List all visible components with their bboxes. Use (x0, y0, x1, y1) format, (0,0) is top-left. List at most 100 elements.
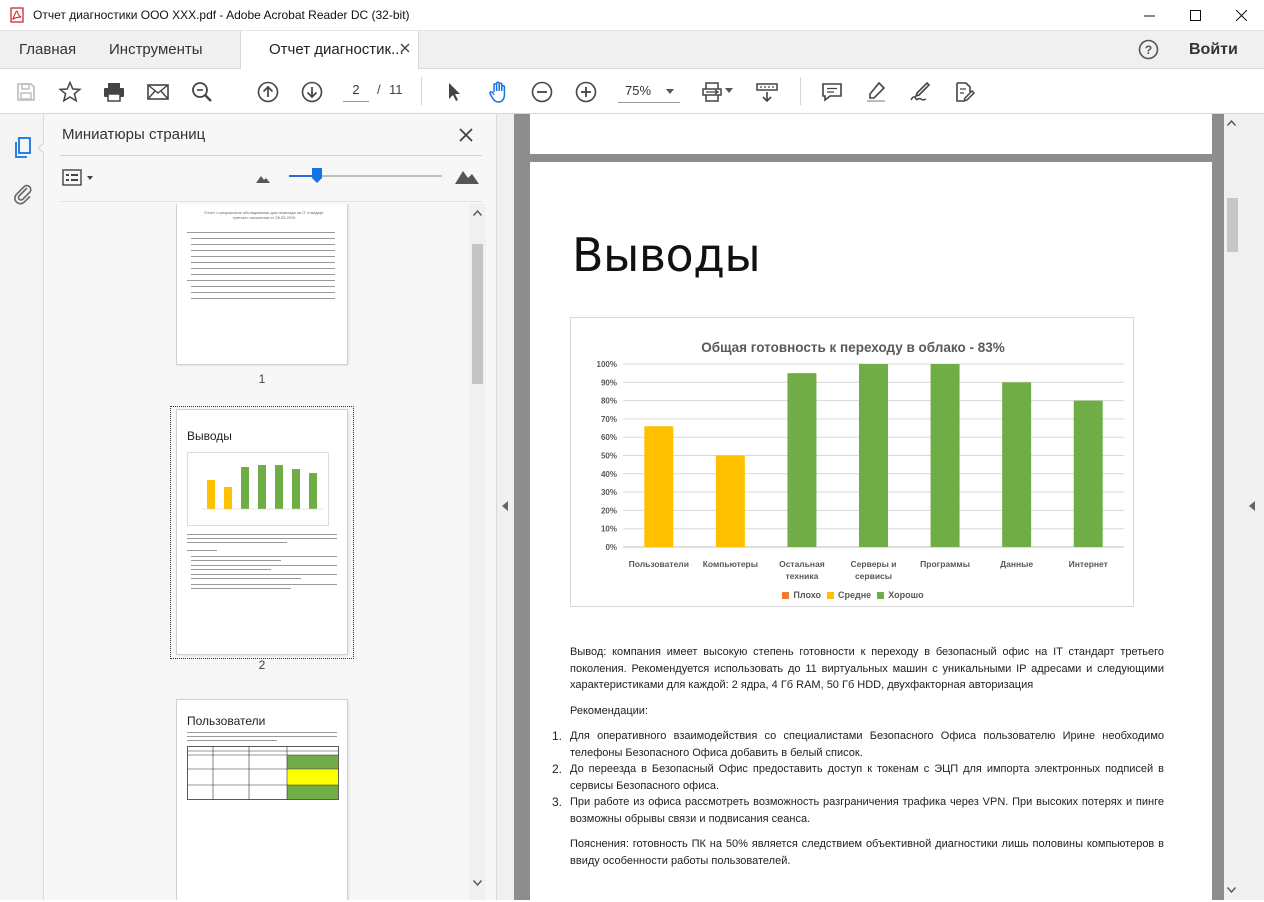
bookmark-button[interactable] (57, 79, 83, 105)
list-number: 2. (552, 762, 563, 776)
close-window-button[interactable] (1218, 0, 1264, 31)
page-heading: Выводы (572, 228, 761, 282)
minimize-button[interactable] (1126, 0, 1172, 31)
zoom-out-thumbnails-icon[interactable] (256, 175, 270, 183)
zoom-out-button[interactable] (529, 79, 555, 105)
thumbnail-line (191, 274, 335, 275)
scroll-up-icon[interactable] (1227, 120, 1236, 126)
legend-item: Хорошо (877, 590, 924, 600)
hand-tool-button[interactable] (485, 79, 511, 105)
login-button[interactable]: Войти (1189, 31, 1238, 69)
legend-swatch (827, 592, 835, 600)
scroll-down-icon[interactable] (473, 880, 482, 886)
close-icon[interactable] (458, 127, 474, 143)
zoom-in-button[interactable] (573, 79, 599, 105)
options-menu-icon[interactable] (62, 168, 98, 188)
chevron-left-icon[interactable] (1249, 501, 1255, 511)
y-tick-label: 90% (601, 378, 617, 387)
thumbnail-line (191, 244, 335, 245)
paperclip-icon[interactable] (12, 182, 34, 206)
prev-page-button[interactable] (255, 79, 281, 105)
x-category-label: Компьютеры (703, 559, 758, 569)
minimize-icon (1143, 15, 1155, 17)
fit-page-button[interactable] (700, 79, 726, 105)
next-page-button[interactable] (299, 79, 325, 105)
list-text: До переезда в Безопасный Офис предостави… (570, 763, 1164, 792)
acrobat-icon (10, 7, 24, 23)
thumbnail-chart (187, 452, 329, 526)
chevron-down-icon[interactable] (725, 88, 733, 94)
document-scrollbar[interactable] (1224, 114, 1240, 900)
chart-bar (715, 455, 745, 547)
printer-icon (104, 83, 124, 102)
window-title: Отчет диагностики ООО ХХХ.pdf - Adobe Ac… (33, 8, 410, 22)
find-button[interactable] (189, 79, 215, 105)
scroll-thumb[interactable] (472, 244, 483, 384)
y-tick-label: 50% (601, 452, 617, 461)
print-button[interactable] (101, 79, 127, 105)
sign-button[interactable] (907, 79, 933, 105)
close-icon (1235, 10, 1247, 21)
x-category-label: Пользователи (629, 559, 689, 569)
x-category-label: сервисы (855, 571, 892, 581)
scroll-up-icon[interactable] (473, 210, 482, 216)
chart-plot: 0% 10% 20% 30% 40% 50% 60% 70% 80% 90% 100% Пользов… (597, 360, 1124, 581)
right-pane-gutter[interactable] (1240, 114, 1264, 900)
page-thumbnail-2[interactable]: Выводы (177, 410, 347, 654)
tab-document[interactable]: Отчет диагностик... (240, 31, 419, 70)
svg-text:?: ? (1145, 43, 1152, 57)
page-thumbnail-1[interactable]: Отчет о результатах обследования для пер… (177, 204, 347, 364)
page-thumbnails-icon[interactable] (13, 136, 35, 160)
zoom-select[interactable]: 75% (618, 80, 680, 103)
recommendation-item: 1. Для оперативного взаимодействия со сп… (552, 728, 1164, 761)
hand-icon (489, 81, 506, 103)
y-tick-label: 40% (601, 470, 617, 479)
tab-home[interactable]: Главная (19, 31, 76, 69)
tab-tools[interactable]: Инструменты (109, 31, 203, 69)
chevron-left-icon[interactable] (502, 501, 508, 511)
chart-bar (1002, 382, 1032, 547)
thumbnail-line (191, 238, 335, 239)
thumbnail-line (191, 256, 335, 257)
thumbnail-line (187, 534, 337, 535)
divider (60, 155, 482, 156)
select-tool-button[interactable] (441, 79, 467, 105)
page-thumbnail-3[interactable]: Пользователи (177, 700, 347, 900)
thumbnails-panel: Миниатюры страниц Отчет о результатах об… (44, 114, 497, 900)
x-category-label: Данные (1000, 559, 1033, 569)
chart-bar (1073, 400, 1103, 547)
email-button[interactable] (145, 79, 171, 105)
comment-button[interactable] (819, 79, 845, 105)
collapse-panel-gutter[interactable] (497, 114, 514, 900)
thumbnail-heading: Пользователи (187, 714, 266, 728)
help-icon[interactable]: ? (1138, 39, 1159, 60)
thumbnail-line (187, 538, 337, 539)
maximize-button[interactable] (1172, 0, 1218, 31)
page-number-input[interactable]: 2 (343, 80, 369, 102)
document-view[interactable]: Выводы Общая готовность к переходу в обл… (497, 114, 1264, 902)
scroll-mode-button[interactable] (754, 79, 780, 105)
scroll-thumb[interactable] (1227, 198, 1238, 252)
x-category-label: Программы (920, 559, 970, 569)
fill-sign-button[interactable] (951, 79, 977, 105)
thumbnail-size-slider-handle[interactable] (311, 167, 323, 184)
thumbnail-text: Отчет о результатах обследования для пер… (204, 210, 324, 220)
thumbnail-number: 1 (258, 372, 266, 386)
chart-legend: Плохо Средне Хорошо (571, 590, 1135, 600)
highlight-button[interactable] (863, 79, 889, 105)
save-button[interactable] (13, 79, 39, 105)
toolbar: 2 / 11 75% (0, 69, 1264, 114)
legend-swatch (877, 592, 885, 600)
list-number: 1. (552, 729, 563, 743)
thumbnail-line (187, 280, 335, 281)
scroll-down-icon[interactable] (1227, 887, 1236, 893)
y-tick-label: 80% (601, 397, 617, 406)
title-bar: Отчет диагностики ООО ХХХ.pdf - Adobe Ac… (0, 0, 1264, 31)
divider (60, 201, 482, 202)
close-tab-icon[interactable] (400, 43, 410, 53)
thumbnail-line (191, 268, 335, 269)
search-zoom-icon (192, 82, 212, 102)
zoom-in-thumbnails-icon[interactable] (455, 169, 479, 184)
cursor-arrow-icon (449, 83, 460, 101)
thumbnails-scrollbar[interactable] (469, 204, 486, 900)
